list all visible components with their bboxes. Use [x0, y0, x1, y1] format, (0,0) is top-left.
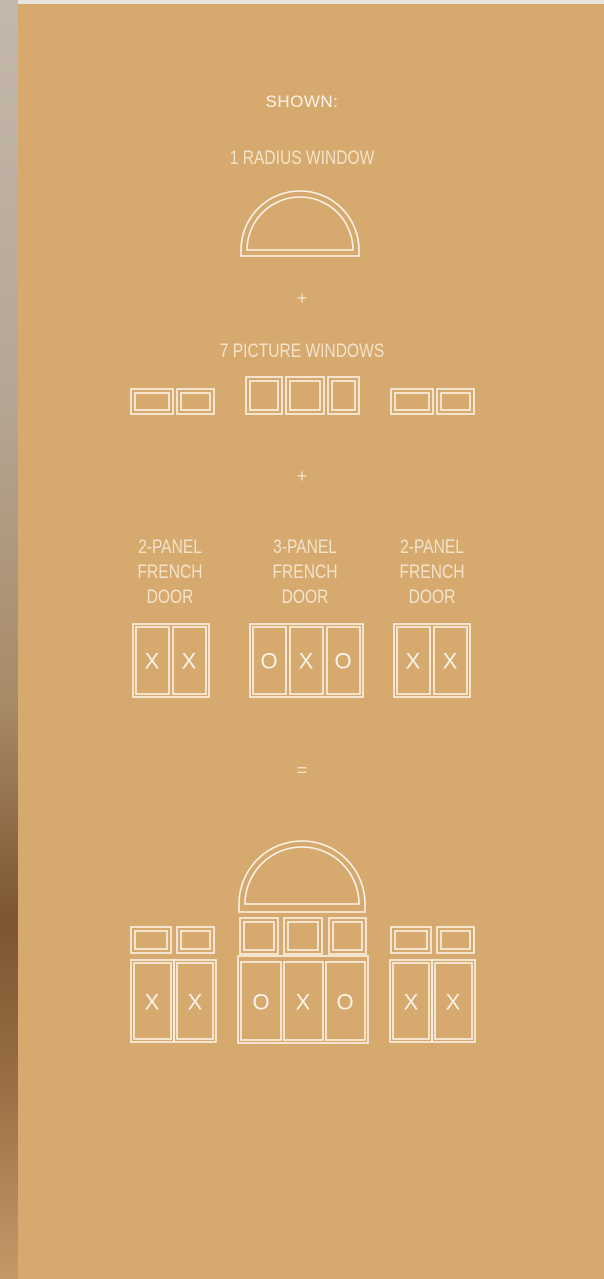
- door-panel-mark: O: [334, 649, 351, 674]
- french-doors-left-icon: X X: [132, 623, 210, 698]
- door-panel-mark: X: [443, 649, 458, 674]
- door-panel-mark: O: [252, 990, 269, 1015]
- door-panel-mark: X: [296, 990, 311, 1015]
- door-panel-mark: O: [260, 649, 277, 674]
- door-panel-mark: X: [145, 990, 160, 1015]
- combined-doors-center-icon: O X O: [237, 955, 369, 1044]
- door-panel-mark: X: [446, 990, 461, 1015]
- radius-window-icon: [240, 190, 360, 257]
- combined-doors-left-icon: X X: [130, 959, 217, 1043]
- picture-windows-icon: [130, 376, 475, 415]
- french-doors-center-icon: O X O: [249, 623, 364, 698]
- french-doors-right-icon: X X: [393, 623, 471, 698]
- combined-radius-window-icon: [238, 840, 366, 913]
- combined-doors-right-icon: X X: [389, 959, 476, 1043]
- door-panel-mark: X: [404, 990, 419, 1015]
- door-panel-mark: X: [188, 990, 203, 1015]
- combined-picture-windows-icon: [130, 917, 475, 955]
- door-panel-mark: X: [182, 649, 197, 674]
- door-panel-mark: O: [336, 990, 353, 1015]
- door-panel-mark: X: [145, 649, 160, 674]
- window-diagram-art: X X O X O X X X X O X O X X: [130, 190, 476, 1044]
- door-panel-mark: X: [299, 649, 314, 674]
- door-panel-mark: X: [406, 649, 421, 674]
